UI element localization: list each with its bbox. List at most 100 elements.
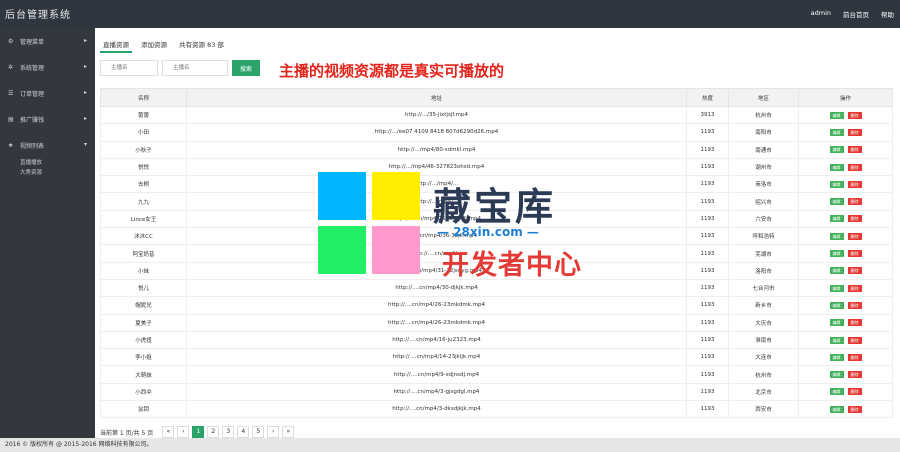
delete-button[interactable]: 删除 — [847, 111, 862, 119]
col-url-header: 地址 — [186, 88, 687, 107]
anchor-name-input[interactable] — [100, 60, 158, 76]
delete-button[interactable]: 删除 — [847, 371, 862, 379]
sidebar-item-videos[interactable]: ★ 视频列表 ▾ — [0, 132, 95, 158]
delete-button[interactable]: 删除 — [847, 301, 862, 309]
cell-heat: 1193 — [686, 330, 729, 350]
search-bar: 搜索 — [100, 60, 260, 76]
cell-heat: 1193 — [686, 313, 729, 332]
cell-heat: 1193 — [686, 382, 729, 402]
col-region-header: 地区 — [728, 88, 799, 107]
edit-button[interactable]: 编辑 — [829, 405, 844, 413]
cell-region: 杭州市 — [728, 365, 799, 384]
page-2-button[interactable]: 2 — [207, 426, 220, 438]
tab-live-resources[interactable]: 直播资源 — [100, 34, 132, 53]
cell-region: 商洛市 — [728, 175, 799, 194]
sidebar-submenu: 直播播放 大秀资源 — [0, 158, 95, 178]
delete-button[interactable]: 删除 — [847, 319, 862, 327]
user-link[interactable]: admin — [811, 9, 831, 19]
edit-button[interactable]: 编辑 — [829, 371, 844, 379]
delete-button[interactable]: 删除 — [847, 267, 862, 275]
col-name-header: 名称 — [100, 88, 187, 107]
edit-button[interactable]: 编辑 — [829, 180, 844, 188]
edit-button[interactable]: 编辑 — [829, 146, 844, 154]
cell-region: 六安市 — [728, 209, 799, 229]
edit-button[interactable]: 编辑 — [829, 267, 844, 275]
delete-button[interactable]: 删除 — [847, 388, 862, 396]
table-row: 小虎妞 http://....cn/mp4/16-ju2323.mp4 1193 淮南… — [100, 330, 893, 350]
sidebar-item-label: 订单管理 — [20, 90, 45, 98]
cell-heat: 1193 — [686, 296, 729, 315]
cell-region: 呼和浩特 — [728, 227, 799, 246]
edit-button[interactable]: 编辑 — [829, 232, 844, 240]
edit-button[interactable]: 编辑 — [829, 250, 844, 258]
edit-button[interactable]: 编辑 — [829, 215, 844, 223]
edit-button[interactable]: 编辑 — [829, 163, 844, 171]
tab-add-resource[interactable]: 添加资源 — [138, 34, 170, 53]
cell-heat: 1193 — [686, 123, 729, 142]
delete-button[interactable]: 删除 — [847, 198, 862, 206]
delete-button[interactable]: 删除 — [847, 405, 862, 413]
cell-name: 小秋子 — [100, 140, 187, 159]
cell-url: http://....cn/mp4/14-23jkljk.mp4 — [186, 348, 687, 367]
edit-button[interactable]: 编辑 — [829, 128, 844, 136]
cell-region: 北京市 — [728, 382, 799, 402]
edit-button[interactable]: 编辑 — [829, 111, 844, 119]
delete-button[interactable]: 删除 — [847, 336, 862, 344]
edit-button[interactable]: 编辑 — [829, 336, 844, 344]
page-3-button[interactable]: 3 — [222, 426, 235, 438]
cell-region: 新乡市 — [728, 296, 799, 315]
help-link[interactable]: 帮助 — [881, 9, 894, 19]
delete-button[interactable]: 删除 — [847, 284, 862, 292]
edit-button[interactable]: 编辑 — [829, 301, 844, 309]
cell-actions: 编辑 删除 — [798, 313, 893, 332]
cell-url: http://....cn/mp4/9-sdjnsdj.mp4 — [186, 365, 687, 384]
cell-heat: 1193 — [686, 244, 729, 263]
page-1-button[interactable]: 1 — [192, 426, 205, 438]
submenu-item-live[interactable]: 直播播放 — [20, 158, 95, 168]
last-page-button[interactable]: » — [282, 426, 295, 438]
cell-heat: 1193 — [686, 278, 729, 298]
prev-page-button[interactable]: ‹ — [177, 426, 190, 438]
sidebar-item-system[interactable]: ✲ 系统管理 ▸ — [0, 54, 95, 80]
sidebar-item-orders[interactable]: ☰ 订单管理 ▸ — [0, 80, 95, 106]
edit-button[interactable]: 编辑 — [829, 353, 844, 361]
delete-button[interactable]: 删除 — [847, 163, 862, 171]
watermark-square-blue — [318, 172, 366, 220]
page-4-button[interactable]: 4 — [237, 426, 250, 438]
cell-region: 大连市 — [728, 348, 799, 367]
page-5-button[interactable]: 5 — [252, 426, 265, 438]
delete-button[interactable]: 删除 — [847, 232, 862, 240]
cell-url: http://....cn/mp4/... — [186, 244, 687, 263]
cell-actions: 编辑 删除 — [798, 365, 893, 384]
table-row: 悦儿 http://....cn/mp4/30-djkjk.mp4 1193 七台河市… — [100, 278, 893, 298]
table-row: 小西伞 http://....cn/mp4/3-gjsgdgl.mp4 1193 北京… — [100, 382, 893, 402]
sidebar-item-promotion[interactable]: ▤ 推广赚钱 ▸ — [0, 106, 95, 132]
cell-actions: 编辑 删除 — [798, 192, 893, 211]
cell-url: http://.../35-jixtjsjf.mp4 — [186, 105, 687, 125]
table-header-row: 名称 地址 热度 地区 操作 — [100, 88, 893, 107]
notice-text: 主播的视频资源都是真实可播放的 — [279, 62, 505, 80]
first-page-button[interactable]: « — [162, 426, 175, 438]
cell-name: 大萌妹 — [100, 365, 187, 384]
frontpage-link[interactable]: 前台首页 — [843, 9, 869, 19]
edit-button[interactable]: 编辑 — [829, 198, 844, 206]
cell-actions: 编辑 删除 — [798, 261, 893, 280]
delete-button[interactable]: 删除 — [847, 180, 862, 188]
edit-button[interactable]: 编辑 — [829, 319, 844, 327]
search-button[interactable]: 搜索 — [232, 60, 260, 76]
sidebar-item-menu[interactable]: ⚙ 管理菜单 ▸ — [0, 28, 95, 54]
delete-button[interactable]: 删除 — [847, 128, 862, 136]
app-title: 后台管理系统 — [5, 10, 71, 21]
submenu-item-show[interactable]: 大秀资源 — [20, 168, 95, 178]
edit-button[interactable]: 编辑 — [829, 284, 844, 292]
anchor-name-input-2[interactable] — [162, 60, 228, 76]
sidebar-item-label: 管理菜单 — [20, 38, 45, 46]
cell-url: http://....cn/mp4/26-23mkdmk.mp4 — [186, 296, 687, 315]
next-page-button[interactable]: › — [267, 426, 280, 438]
delete-button[interactable]: 删除 — [847, 215, 862, 223]
edit-button[interactable]: 编辑 — [829, 388, 844, 396]
cell-url: http://....cn/mp4/16-ju2323.mp4 — [186, 330, 687, 350]
delete-button[interactable]: 删除 — [847, 353, 862, 361]
delete-button[interactable]: 删除 — [847, 146, 862, 154]
delete-button[interactable]: 删除 — [847, 250, 862, 258]
